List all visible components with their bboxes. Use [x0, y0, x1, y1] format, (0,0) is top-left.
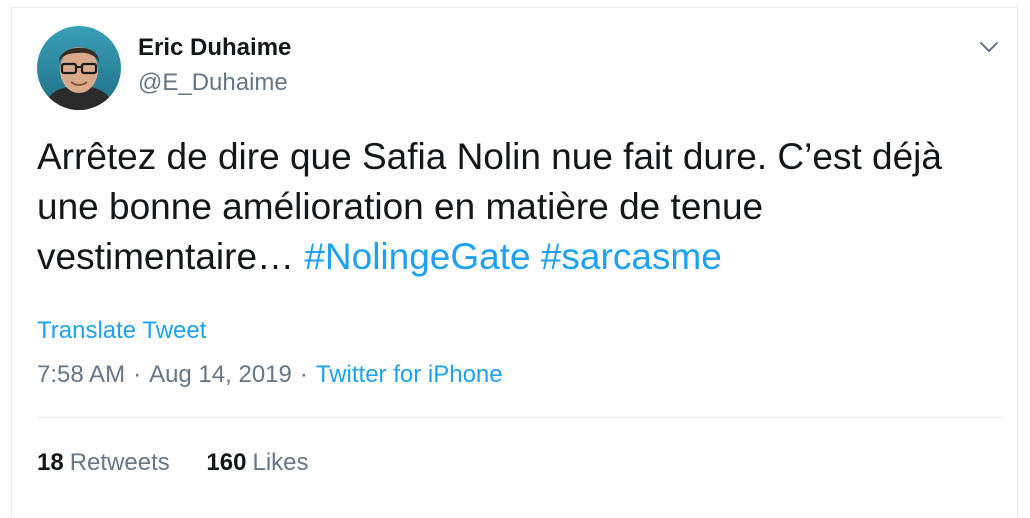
author-name[interactable]: Eric Duhaime	[138, 34, 291, 62]
avatar[interactable]	[37, 26, 121, 110]
meta-separator: ·	[133, 361, 142, 388]
avatar-image	[37, 26, 121, 110]
tweet-card: Eric Duhaime @E_Duhaime Arrêtez de dire …	[11, 7, 1018, 518]
tweet-source-link[interactable]: Twitter for iPhone	[316, 361, 503, 388]
tweet-meta: 7:58 AM · Aug 14, 2019 · Twitter for iPhone	[37, 361, 503, 389]
hashtag-link[interactable]: #sarcasme	[541, 236, 722, 277]
likes-label: Likes	[252, 449, 309, 476]
tweet-text: Arrêtez de dire que Safia Nolin nue fait…	[37, 132, 997, 282]
author-handle[interactable]: @E_Duhaime	[138, 69, 288, 97]
retweets-count: 18	[37, 449, 64, 476]
likes-stat[interactable]: 160 Likes	[206, 449, 308, 477]
retweets-stat[interactable]: 18 Retweets	[37, 449, 170, 477]
tweet-time[interactable]: 7:58 AM	[37, 361, 125, 388]
tweet-date[interactable]: Aug 14, 2019	[149, 361, 292, 388]
hashtag-link[interactable]: #NolingeGate	[304, 236, 530, 277]
chevron-down-icon[interactable]	[974, 32, 1004, 62]
tweet-stats: 18 Retweets 160 Likes	[37, 449, 309, 477]
meta-separator: ·	[299, 361, 308, 388]
retweets-label: Retweets	[69, 449, 170, 476]
divider	[37, 417, 1002, 418]
translate-tweet-link[interactable]: Translate Tweet	[37, 317, 206, 345]
likes-count: 160	[206, 449, 247, 476]
